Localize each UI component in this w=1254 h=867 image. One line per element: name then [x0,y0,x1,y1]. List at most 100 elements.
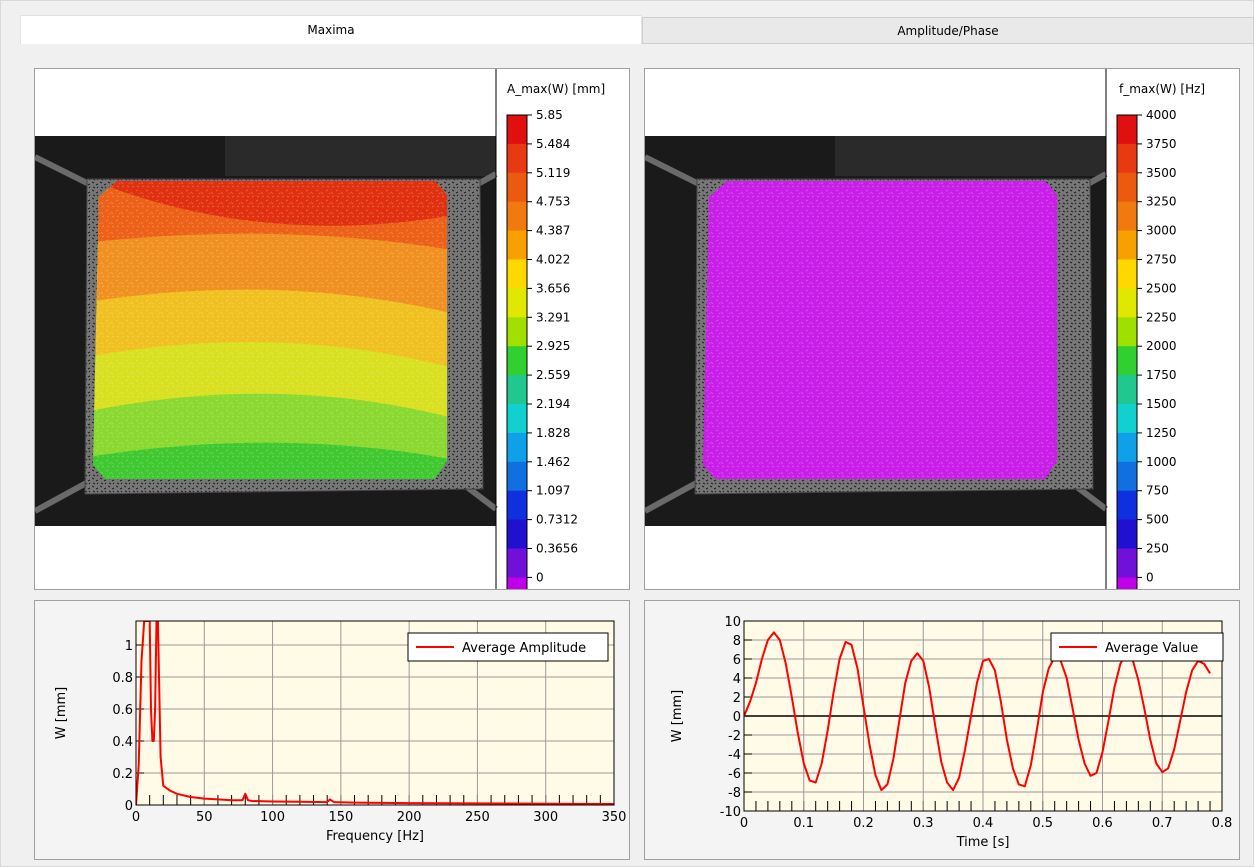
colorbar-segment [1117,375,1137,405]
colorbar-right: 4000375035003250300027502500225020001750… [1116,108,1177,589]
x-tick-label: 300 [533,810,558,825]
colorbar-tick-label: 1.828 [536,426,570,440]
colorbar-segment [507,490,527,521]
y-tick-label: 0.6 [112,703,133,718]
colorbar-segment [507,519,527,549]
colorbar-segment [507,461,527,492]
colorbar-segment [507,172,527,203]
colorbar-tick-label: 1000 [1146,455,1177,469]
colorbar-tick-label: 2750 [1146,253,1177,267]
x-tick-label: 0.7 [1152,816,1173,831]
amplitude-map-view: A_max(W) [mm] 5.85 5.484 5.119 4.753 4.387 4.… [35,69,605,589]
x-tick-label: 350 [602,810,627,825]
colorbar-tick-label: 4.387 [536,224,570,238]
y-tick-label: 0 [125,799,133,814]
colorbar-tick-label: 1750 [1146,368,1177,382]
x-tick-label: 150 [328,810,353,825]
x-axis-label: Time [s] [956,835,1010,850]
colorbar-tick-label: 3750 [1146,137,1177,151]
colorbar-segment [1117,490,1137,521]
colorbar-segment [507,346,527,376]
frequency-map-panel: f_max(W) [Hz] 4000 3750 3500 3250 3000 2750 25… [644,68,1240,590]
y-tick-label: -2 [728,729,741,744]
colorbar-tick-label: 3.656 [536,281,570,295]
y-tick-label: 8 [733,634,741,649]
colorbar-segment [1117,115,1137,145]
colorbar-segment [1117,461,1137,492]
colorbar-tick-label: 2000 [1146,339,1177,353]
tab-maxima[interactable]: Maxima [20,15,642,44]
colorbar-segment [507,548,527,578]
colorbar-tick-label: 0 [1146,570,1154,584]
average-value-chart: 0 0.1 0.2 0.3 0.4 0.5 0.6 0.7 0.8 -10 -8 -6 -4 -2 0 2 4 6… [670,615,1233,850]
colorbar-segment [1117,172,1137,203]
y-tick-label: -6 [728,767,741,782]
colorbar-tick-label: 1250 [1146,426,1177,440]
colorbar-segment [1117,404,1137,434]
legend-label: Average Amplitude [462,641,586,656]
colorbar-title-right: f_max(W) [Hz] [1119,82,1205,96]
y-tick-label: 10 [724,615,741,630]
colorbar-segment [1117,432,1137,463]
average-value-chart-panel: 0 0.1 0.2 0.3 0.4 0.5 0.6 0.7 0.8 -10 -8 -6 -4 -2 0 2 4 6… [644,600,1240,860]
colorbar-tick-label: 3500 [1146,166,1177,180]
colorbar-tick-label: 4.022 [536,253,570,267]
colorbar-tick-label: 3250 [1146,195,1177,209]
colorbar-segment [1117,201,1137,232]
colorbar-segment [1117,519,1137,549]
x-tick-label: 0.8 [1212,816,1233,831]
x-axis-label: Frequency [Hz] [326,829,424,844]
tab-amplitude-phase[interactable]: Amplitude/Phase [642,17,1254,44]
x-tick-label: 50 [196,810,213,825]
colorbar-segment [1117,317,1137,347]
colorbar-tick-label: 250 [1146,542,1169,556]
x-tick-label: 0.2 [853,816,874,831]
colorbar-tick-label: 0.3656 [536,542,578,556]
colorbar-tick-label: 1.097 [536,484,570,498]
y-tick-label: 0.4 [112,735,133,750]
y-axis-label: W [mm] [670,690,685,742]
colorbar-segment [1117,259,1137,289]
y-tick-label: -4 [728,748,741,763]
colorbar-segment [507,404,527,434]
y-tick-label: 2 [733,691,741,706]
legend: Average Value [1050,632,1224,662]
y-tick-label: 1 [125,639,133,654]
x-tick-label: 0.5 [1032,816,1053,831]
colorbar-tick-label: 5.484 [536,137,570,151]
colorbar-tick-label: 3000 [1146,224,1177,238]
average-amplitude-chart: 0 50 100 150 200 250 300 350 0 0.2 0.4 0.6 0.8 1 Avera… [54,620,627,844]
colorbar-tick-label: 5.85 [536,108,563,122]
amplitude-contours [93,181,447,479]
colorbar-segment [507,432,527,463]
colorbar-segment [1117,288,1137,318]
colorbar-segment [507,201,527,232]
colorbar-tick-label: 2500 [1146,281,1177,295]
x-tick-label: 200 [397,810,422,825]
x-tick-label: 0.4 [973,816,994,831]
colorbar-segment [1117,346,1137,376]
colorbar-tick-label: 2250 [1146,310,1177,324]
y-tick-label: 0 [733,710,741,725]
colorbar-segment [1117,577,1137,589]
legend: Average Amplitude [407,632,609,662]
average-amplitude-chart-panel: 0 50 100 150 200 250 300 350 0 0.2 0.4 0.6 0.8 1 Avera… [34,600,630,860]
y-tick-label: 0.2 [112,767,133,782]
colorbar-tick-label: 2.194 [536,397,570,411]
colorbar-segment [507,230,527,260]
x-tick-label: 100 [260,810,285,825]
y-tick-label: 4 [733,672,741,687]
colorbar-title-left: A_max(W) [mm] [507,82,605,96]
colorbar-tick-label: 4.753 [536,195,570,209]
colorbar-left: 5.85 5.484 5.119 4.753 4.387 4.022 3.656 3.291 2… [506,108,578,589]
colorbar-segment [507,259,527,289]
colorbar-segment [1117,230,1137,260]
frequency-map-view: f_max(W) [Hz] 4000 3750 3500 3250 3000 2750 25… [645,69,1205,589]
x-tick-label: 0.6 [1092,816,1113,831]
colorbar-segment [507,317,527,347]
x-tick-label: 0.1 [793,816,814,831]
colorbar-tick-label: 3.291 [536,310,570,324]
colorbar-tick-label: 1.462 [536,455,570,469]
colorbar-segment [507,375,527,405]
colorbar-segment [1117,548,1137,578]
